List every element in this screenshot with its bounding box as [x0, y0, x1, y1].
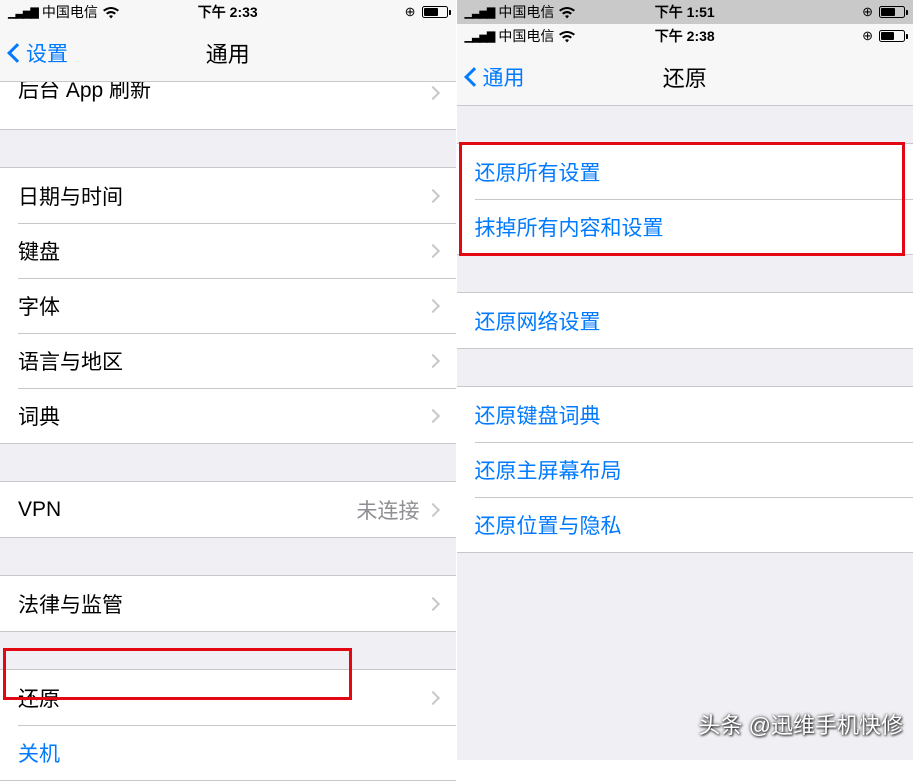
chevron-right-icon	[425, 243, 439, 257]
clock: 下午 2:38	[655, 26, 715, 46]
group-reset-1: 还原所有设置 抹掉所有内容和设置	[457, 143, 913, 255]
row-keyboard[interactable]: 键盘	[0, 223, 456, 278]
signal-icon: ▁▃▅▇	[465, 6, 495, 19]
nav-bar: 设置 通用	[0, 24, 456, 82]
rotation-lock-icon: ⊕	[862, 28, 873, 44]
row-label: 键盘	[18, 236, 428, 266]
group-legal: 法律与监管	[0, 575, 456, 632]
row-dictionary[interactable]: 词典	[0, 388, 456, 443]
row-label: 抹掉所有内容和设置	[475, 212, 896, 242]
nav-title: 还原	[663, 61, 707, 93]
row-label: 后台 App 刷新	[18, 82, 428, 104]
carrier-label: 中国电信	[498, 26, 554, 46]
chevron-left-icon	[7, 43, 27, 63]
chevron-right-icon	[425, 188, 439, 202]
row-label: 还原位置与隐私	[475, 510, 896, 540]
row-label: 还原网络设置	[475, 306, 896, 336]
row-label: 日期与时间	[18, 181, 428, 211]
chevron-right-icon	[425, 690, 439, 704]
battery-icon	[422, 6, 448, 18]
row-vpn[interactable]: VPN 未连接	[0, 482, 456, 537]
row-language-region[interactable]: 语言与地区	[0, 333, 456, 388]
chevron-right-icon	[425, 596, 439, 610]
back-button[interactable]: 通用	[457, 62, 525, 92]
wifi-icon	[102, 6, 120, 19]
row-label: 法律与监管	[18, 589, 428, 619]
chevron-right-icon	[425, 86, 439, 100]
row-label: 语言与地区	[18, 346, 428, 376]
row-reset-network[interactable]: 还原网络设置	[457, 293, 913, 348]
row-label: 词典	[18, 401, 428, 431]
group-reset-3: 还原键盘词典 还原主屏幕布局 还原位置与隐私	[457, 386, 913, 553]
row-reset-keyboard-dict[interactable]: 还原键盘词典	[457, 387, 913, 442]
row-reset-home-layout[interactable]: 还原主屏幕布局	[457, 442, 913, 497]
chevron-right-icon	[425, 353, 439, 367]
nav-bar: 通用 还原	[457, 48, 913, 106]
carrier-label: 中国电信	[42, 2, 98, 22]
battery-icon	[879, 30, 905, 42]
chevron-right-icon	[425, 298, 439, 312]
status-bar-outer: ▁▃▅▇ 中国电信 下午 1:51 ⊕	[457, 0, 913, 24]
row-reset[interactable]: 还原	[0, 670, 456, 725]
phone-reset-settings: ▁▃▅▇ 中国电信 下午 1:51 ⊕ ▁▃▅▇ 中国电信 下午 2:38	[457, 0, 913, 760]
back-label: 通用	[483, 62, 525, 92]
row-legal[interactable]: 法律与监管	[0, 576, 456, 631]
row-label: 还原所有设置	[475, 157, 896, 187]
row-erase-all-content[interactable]: 抹掉所有内容和设置	[457, 199, 913, 254]
row-label: 字体	[18, 291, 428, 321]
row-reset-all-settings[interactable]: 还原所有设置	[457, 144, 913, 199]
row-label: 关机	[18, 738, 438, 768]
wifi-icon	[558, 6, 576, 19]
chevron-right-icon	[425, 408, 439, 422]
signal-icon: ▁▃▅▇	[8, 6, 38, 19]
rotation-lock-icon: ⊕	[862, 4, 873, 20]
row-label: 还原键盘词典	[475, 400, 896, 430]
back-label: 设置	[26, 38, 68, 68]
row-reset-location-privacy[interactable]: 还原位置与隐私	[457, 497, 913, 552]
clock: 下午 1:51	[655, 2, 715, 22]
row-fonts[interactable]: 字体	[0, 278, 456, 333]
row-background-app-refresh[interactable]: 后台 App 刷新	[0, 82, 456, 130]
back-button[interactable]: 设置	[0, 38, 68, 68]
nav-title: 通用	[206, 37, 250, 69]
signal-icon: ▁▃▅▇	[465, 30, 495, 43]
row-label: VPN	[18, 498, 357, 522]
row-shutdown[interactable]: 关机	[0, 725, 456, 780]
watermark: 头条 @迅维手机快修	[699, 708, 903, 740]
row-label: 还原	[18, 683, 428, 713]
group-reset: 还原 关机	[0, 669, 456, 781]
clock: 下午 2:33	[198, 2, 258, 22]
group-general-1: 日期与时间 键盘 字体 语言与地区 词典	[0, 167, 456, 444]
row-date-time[interactable]: 日期与时间	[0, 168, 456, 223]
carrier-label: 中国电信	[498, 2, 554, 22]
chevron-left-icon	[464, 67, 484, 87]
status-bar: ▁▃▅▇ 中国电信 下午 2:38 ⊕	[457, 24, 913, 48]
group-vpn: VPN 未连接	[0, 481, 456, 538]
phone-general-settings: ▁▃▅▇ 中国电信 下午 2:33 ⊕ 设置 通用 后台 App 刷新	[0, 0, 456, 760]
chevron-right-icon	[425, 502, 439, 516]
row-value: 未连接	[357, 495, 420, 525]
battery-icon	[879, 6, 905, 18]
row-label: 还原主屏幕布局	[475, 455, 896, 485]
rotation-lock-icon: ⊕	[405, 4, 416, 20]
status-bar: ▁▃▅▇ 中国电信 下午 2:33 ⊕	[0, 0, 456, 24]
group-reset-2: 还原网络设置	[457, 292, 913, 349]
wifi-icon	[558, 30, 576, 43]
